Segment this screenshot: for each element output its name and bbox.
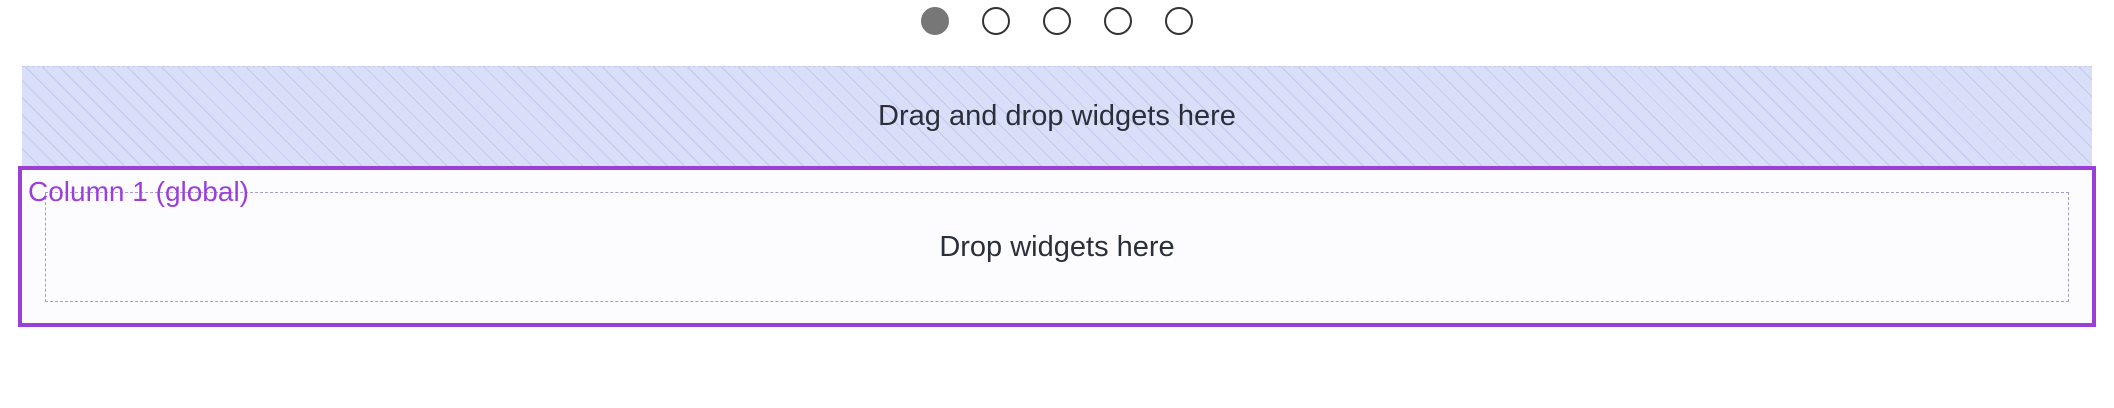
pagination-dot-2[interactable]: [982, 7, 1010, 35]
column-dropzone[interactable]: Drop widgets here: [45, 192, 2069, 302]
pagination-dot-4[interactable]: [1104, 7, 1132, 35]
column-dropzone-label: Drop widgets here: [939, 230, 1175, 263]
pagination-dot-3[interactable]: [1043, 7, 1071, 35]
widget-dropzone[interactable]: Drag and drop widgets here: [22, 66, 2092, 166]
pagination-dot-5[interactable]: [1165, 7, 1193, 35]
widget-dropzone-label: Drag and drop widgets here: [878, 100, 1236, 132]
pagination-dot-1[interactable]: [921, 7, 949, 35]
pagination-dots: [0, 7, 2114, 35]
column-container[interactable]: Column 1 (global) Drop widgets here: [18, 166, 2096, 327]
page: Drag and drop widgets here Column 1 (glo…: [0, 0, 2114, 408]
column-title: Column 1 (global): [28, 176, 249, 207]
